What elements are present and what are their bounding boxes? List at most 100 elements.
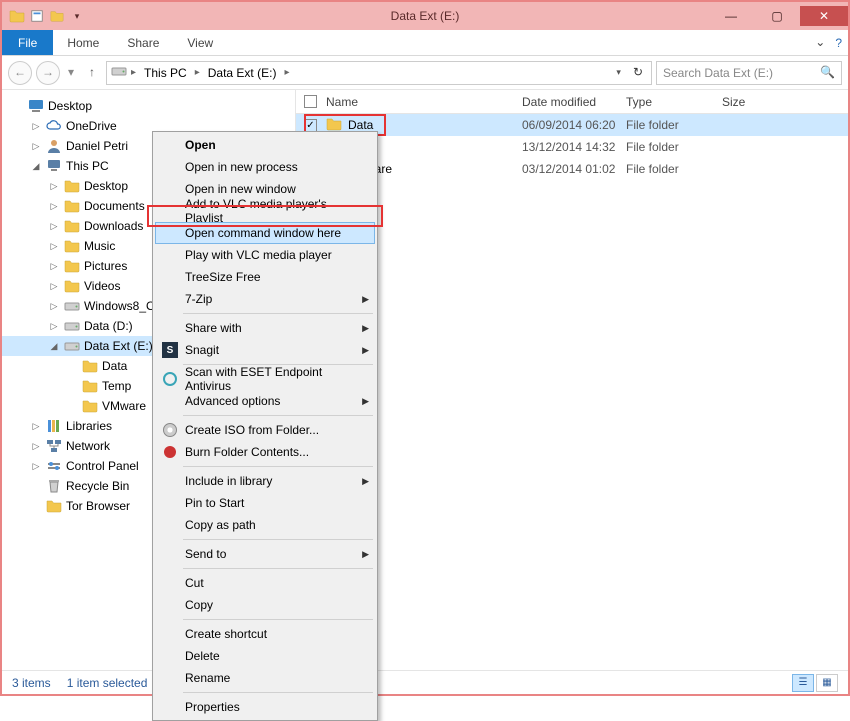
cloud-icon — [46, 118, 62, 134]
minimize-button[interactable]: — — [708, 6, 754, 26]
search-input[interactable]: Search Data Ext (E:) 🔍 — [656, 61, 842, 85]
menu-item[interactable]: Delete — [155, 645, 375, 667]
tree-twisty-icon[interactable]: ▷ — [30, 141, 42, 152]
tree-twisty-icon[interactable]: ▷ — [48, 241, 60, 252]
file-list: Name Date modified Type Size ✓Data06/09/… — [296, 90, 848, 670]
menu-item[interactable]: Open — [155, 134, 375, 156]
status-selected: 1 item selected — [67, 676, 148, 690]
menu-label: Add to VLC media player's Playlist — [185, 197, 357, 225]
view-details-button[interactable]: ☰ — [792, 674, 814, 692]
folder-icon — [46, 498, 62, 514]
menu-item[interactable]: Properties — [155, 696, 375, 718]
menu-item[interactable]: Copy as path — [155, 514, 375, 536]
file-tab[interactable]: File — [2, 30, 53, 55]
menu-item[interactable]: Burn Folder Contents... — [155, 441, 375, 463]
col-date[interactable]: Date modified — [522, 95, 626, 109]
refresh-icon[interactable]: ↻ — [629, 65, 647, 80]
submenu-arrow-icon: ▶ — [362, 549, 369, 560]
address-bar[interactable]: ▸ This PC ▸ Data Ext (E:) ▸ ▾ ↻ — [106, 61, 652, 85]
qat-newfolder-icon[interactable] — [48, 7, 66, 25]
menu-item[interactable]: Open command window here — [155, 222, 375, 244]
folder-icon — [82, 358, 98, 374]
help-icon[interactable]: ? — [835, 36, 842, 50]
menu-label: Cut — [185, 576, 204, 590]
status-count: 3 items — [12, 676, 51, 690]
table-row[interactable]: VMware03/12/2014 01:02File folder — [296, 158, 848, 180]
menu-item[interactable]: Advanced options▶ — [155, 390, 375, 412]
up-button[interactable]: ↑ — [82, 63, 102, 83]
maximize-button[interactable]: ▢ — [754, 6, 800, 26]
menu-item[interactable]: Rename — [155, 667, 375, 689]
menu-item[interactable]: Pin to Start — [155, 492, 375, 514]
tree-twisty-icon[interactable]: ◢ — [48, 341, 60, 352]
submenu-arrow-icon: ▶ — [362, 294, 369, 305]
menu-label: Share with — [185, 321, 242, 335]
menu-item[interactable]: Share with▶ — [155, 317, 375, 339]
tree-label: Temp — [102, 379, 131, 393]
address-dropdown-icon[interactable]: ▾ — [612, 67, 625, 78]
menu-item[interactable]: Scan with ESET Endpoint Antivirus — [155, 368, 375, 390]
ribbon: File Home Share View ⌄ ? — [2, 30, 848, 56]
tab-share[interactable]: Share — [113, 30, 173, 55]
chevron-right-icon[interactable]: ▸ — [195, 67, 200, 78]
qat-dropdown-icon[interactable]: ▾ — [68, 7, 86, 25]
table-row[interactable]: Temp13/12/2014 14:32File folder — [296, 136, 848, 158]
tree-label: This PC — [66, 159, 109, 173]
tree-twisty-icon[interactable]: ▷ — [48, 301, 60, 312]
tree-label: Libraries — [66, 419, 112, 433]
menu-item[interactable]: Include in library▶ — [155, 470, 375, 492]
menu-item[interactable]: TreeSize Free — [155, 266, 375, 288]
table-row[interactable]: ✓Data06/09/2014 06:20File folder — [296, 114, 848, 136]
chevron-right-icon[interactable]: ▸ — [131, 67, 136, 78]
tree-twisty-icon[interactable]: ▷ — [48, 221, 60, 232]
menu-separator — [183, 619, 373, 620]
tree-twisty-icon[interactable]: ▷ — [48, 181, 60, 192]
breadcrumb[interactable]: Data Ext (E:) — [204, 66, 281, 80]
menu-item[interactable]: Create ISO from Folder... — [155, 419, 375, 441]
menu-item[interactable]: Create shortcut — [155, 623, 375, 645]
row-checkbox[interactable]: ✓ — [304, 119, 317, 132]
tree-twisty-icon[interactable]: ◢ — [30, 161, 42, 172]
tree-twisty-icon[interactable]: ▷ — [48, 261, 60, 272]
tab-home[interactable]: Home — [53, 30, 113, 55]
libs-icon — [46, 418, 62, 434]
tree-twisty-icon[interactable]: ▷ — [48, 201, 60, 212]
tree-twisty-icon[interactable]: ▷ — [30, 461, 42, 472]
chevron-right-icon[interactable]: ▸ — [284, 67, 289, 78]
folder-icon — [64, 178, 80, 194]
tree-item[interactable]: Desktop — [2, 96, 295, 116]
view-largeicons-button[interactable]: ▦ — [816, 674, 838, 692]
close-button[interactable]: ✕ — [800, 6, 848, 26]
col-name[interactable]: Name — [326, 95, 522, 109]
menu-item[interactable]: Open in new process — [155, 156, 375, 178]
qat-properties-icon[interactable] — [28, 7, 46, 25]
col-size[interactable]: Size — [722, 95, 782, 109]
tree-twisty-icon[interactable]: ▷ — [48, 321, 60, 332]
tree-twisty-icon[interactable]: ▷ — [30, 421, 42, 432]
user-icon — [46, 138, 62, 154]
back-button[interactable]: ← — [8, 61, 32, 85]
column-headers[interactable]: Name Date modified Type Size — [296, 90, 848, 114]
menu-label: Create shortcut — [185, 627, 267, 641]
col-type[interactable]: Type — [626, 95, 722, 109]
menu-item[interactable]: Copy — [155, 594, 375, 616]
select-all-checkbox[interactable] — [304, 95, 317, 108]
forward-button[interactable]: → — [36, 61, 60, 85]
menu-label: TreeSize Free — [185, 270, 261, 284]
file-type: File folder — [626, 118, 722, 132]
tree-twisty-icon[interactable]: ▷ — [30, 441, 42, 452]
recent-locations-icon[interactable]: ▾ — [64, 63, 78, 83]
folder-icon — [82, 398, 98, 414]
menu-item[interactable]: 7-Zip▶ — [155, 288, 375, 310]
tab-view[interactable]: View — [173, 30, 227, 55]
tree-twisty-icon[interactable]: ▷ — [30, 121, 42, 132]
tree-twisty-icon[interactable]: ▷ — [48, 281, 60, 292]
breadcrumb[interactable]: This PC — [140, 66, 191, 80]
tree-label: Daniel Petri — [66, 139, 128, 153]
menu-item[interactable]: Add to VLC media player's Playlist — [155, 200, 375, 222]
ribbon-expand-icon[interactable]: ⌄ — [815, 35, 825, 50]
menu-item[interactable]: Cut — [155, 572, 375, 594]
menu-item[interactable]: Play with VLC media player — [155, 244, 375, 266]
menu-item[interactable]: SSnagit▶ — [155, 339, 375, 361]
menu-item[interactable]: Send to▶ — [155, 543, 375, 565]
